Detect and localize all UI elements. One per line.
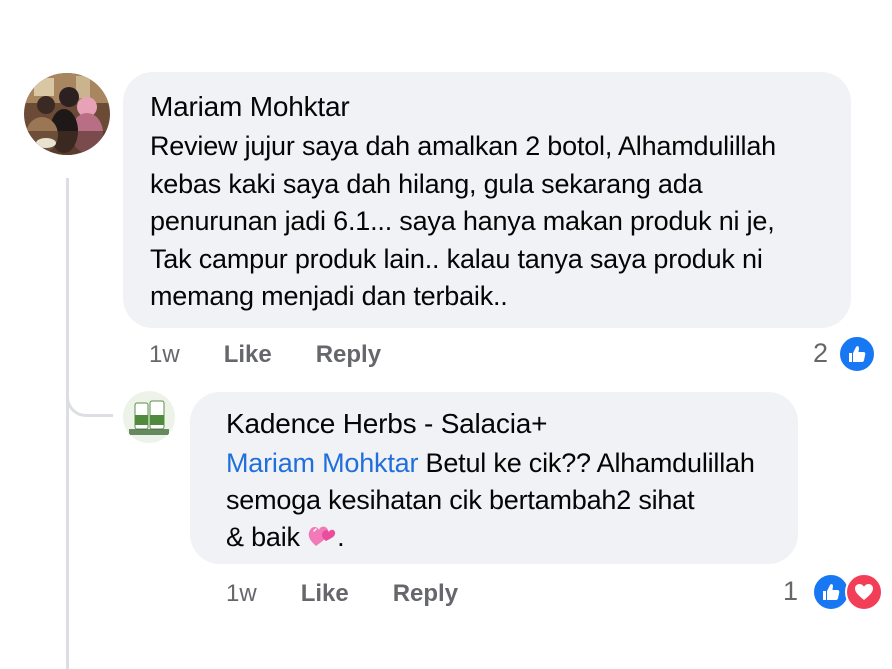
- reaction-count[interactable]: 2: [813, 338, 828, 369]
- comment-timestamp[interactable]: 1w: [149, 341, 180, 369]
- comment-bubble: Mariam Mohktar Review jujur saya dah ama…: [123, 72, 851, 328]
- reply-bubble: Kadence Herbs - Salacia+ Mariam Mohktar …: [190, 392, 798, 564]
- comment-actions: 1w Like Reply: [149, 341, 381, 369]
- reply-timestamp[interactable]: 1w: [226, 580, 257, 608]
- reply-actions: 1w Like Reply: [226, 580, 458, 608]
- comment-author[interactable]: Mariam Mohktar: [150, 90, 837, 124]
- heart-emoji: [307, 521, 337, 559]
- comment-text: Review jujur saya dah amalkan 2 botol, A…: [150, 131, 776, 311]
- like-button[interactable]: Like: [224, 341, 272, 369]
- reply-reply-button[interactable]: Reply: [393, 580, 458, 608]
- reply-text-end: .: [337, 522, 345, 552]
- thread-line: [66, 178, 69, 669]
- avatar[interactable]: [24, 73, 110, 155]
- reply-author[interactable]: Kadence Herbs - Salacia+: [226, 407, 784, 441]
- mention-link[interactable]: Mariam Mohktar: [226, 448, 418, 478]
- reply-text-block: Mariam Mohktar Betul ke cik?? Alhamdulil…: [226, 445, 784, 559]
- avatar[interactable]: [123, 391, 175, 443]
- reply-reaction-count[interactable]: 1: [783, 576, 798, 607]
- reply-like-button[interactable]: Like: [301, 580, 349, 608]
- love-icon[interactable]: [845, 573, 883, 611]
- like-icon[interactable]: [838, 335, 876, 373]
- thread-branch: [66, 370, 113, 417]
- reply-button[interactable]: Reply: [316, 341, 381, 369]
